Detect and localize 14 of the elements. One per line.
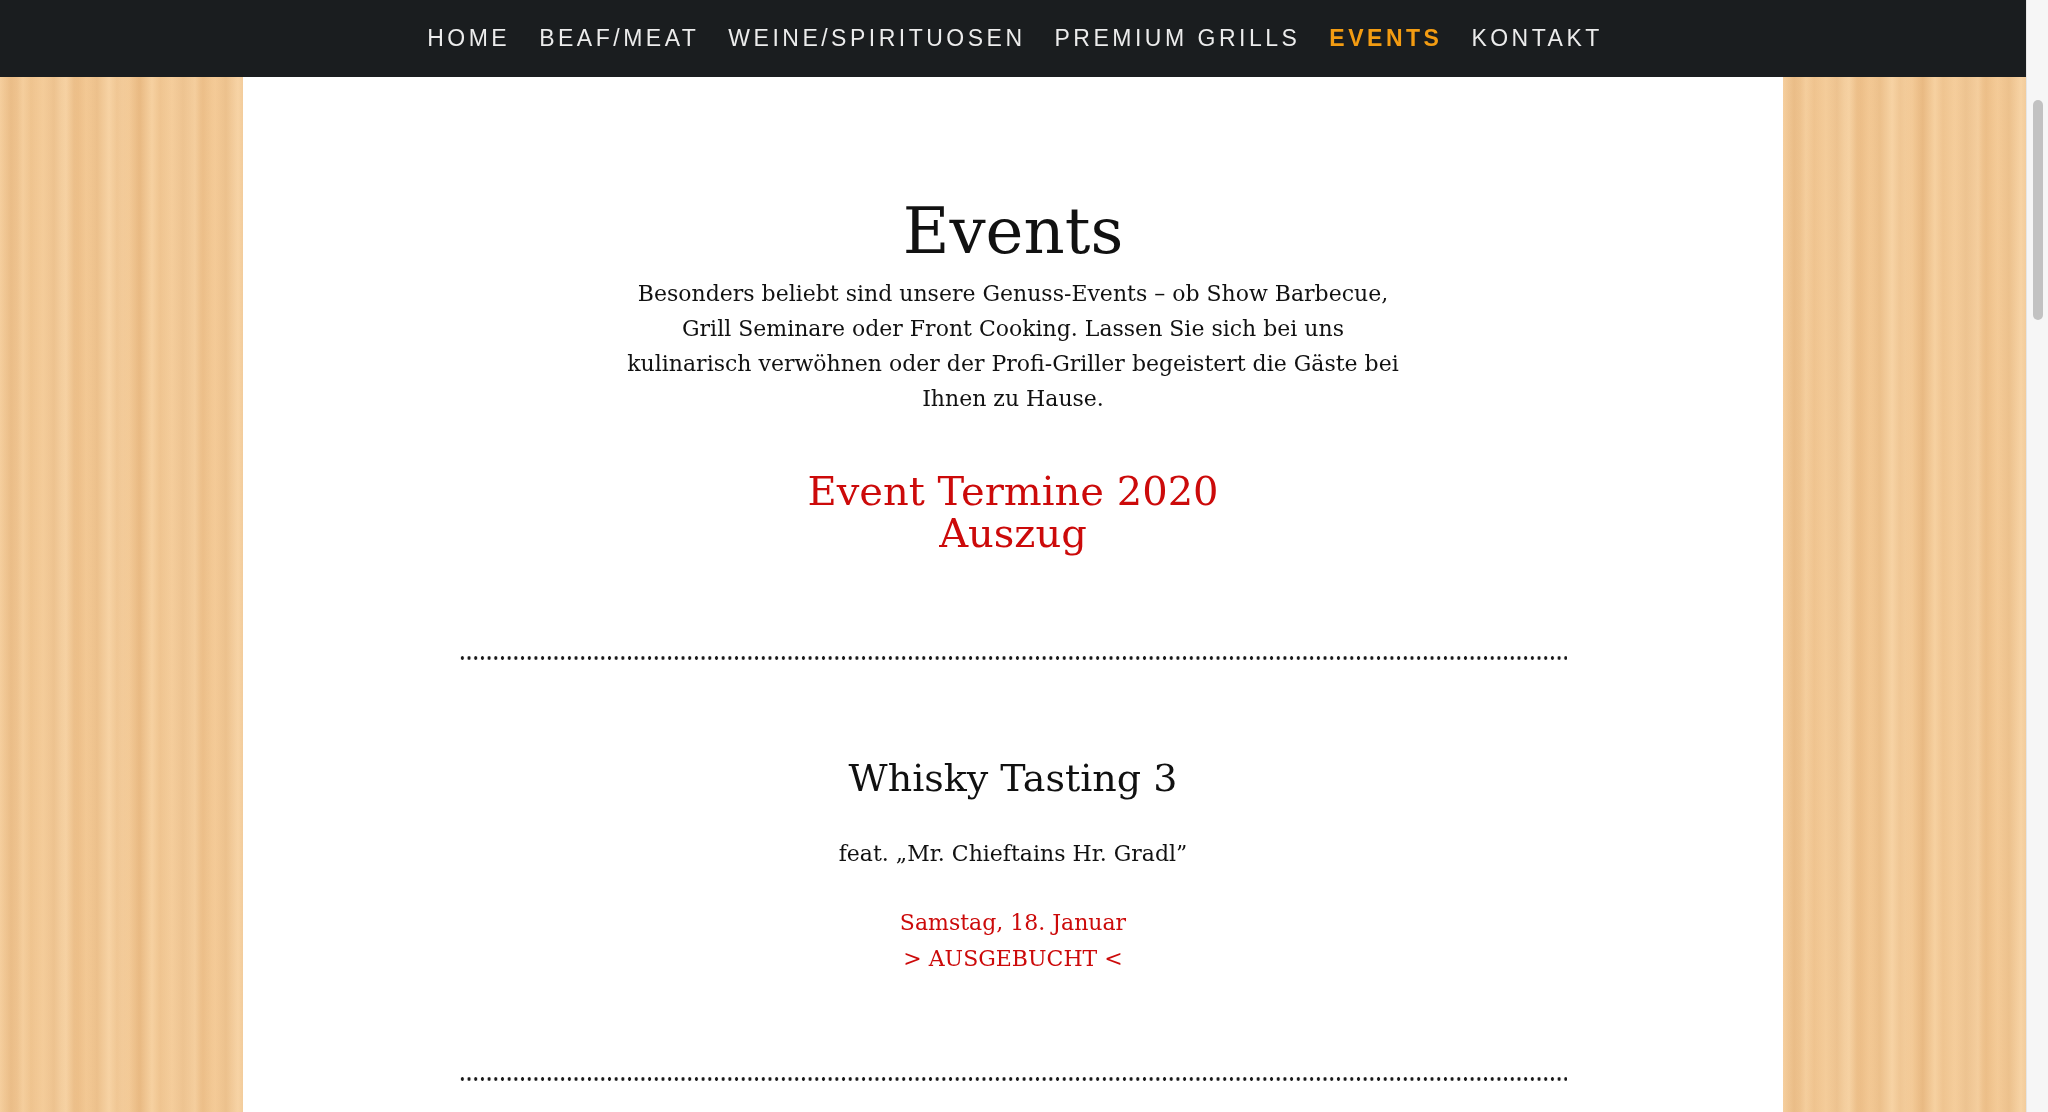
event-title: Whisky Tasting 3 [848, 755, 1178, 801]
section-heading: Event Termine 2020 Auszug [807, 470, 1219, 554]
event-date: Samstag, 18. Januar [899, 909, 1127, 937]
nav-link[interactable]: KONTAKT [1471, 21, 1603, 56]
nav-link[interactable]: HOME [427, 21, 511, 56]
intro-paragraph: Besonders beliebt sind unsere Genuss-Events – ob Show Barbecue, Grill Seminare oder Front Cooking. Lassen Sie sich bei uns kulinarisch verwöhnen oder der Profi-Griller begeistert die Gäste bei Ihnen zu Hause. [626, 280, 1400, 413]
scrollbar-thumb[interactable] [2033, 100, 2043, 320]
event-subtitle: feat. „Mr. Chieftains Hr. Gradl” [838, 840, 1188, 868]
nav-link[interactable]: WEINE/SPIRITUOSEN [728, 21, 1026, 56]
nav-link[interactable]: PREMIUM GRILLS [1054, 21, 1301, 56]
nav-link[interactable]: EVENTS [1329, 21, 1443, 56]
nav-link[interactable]: BEAF/MEAT [539, 21, 700, 56]
page-title: Events [902, 199, 1124, 263]
event-status: > AUSGEBUCHT < [903, 945, 1123, 973]
